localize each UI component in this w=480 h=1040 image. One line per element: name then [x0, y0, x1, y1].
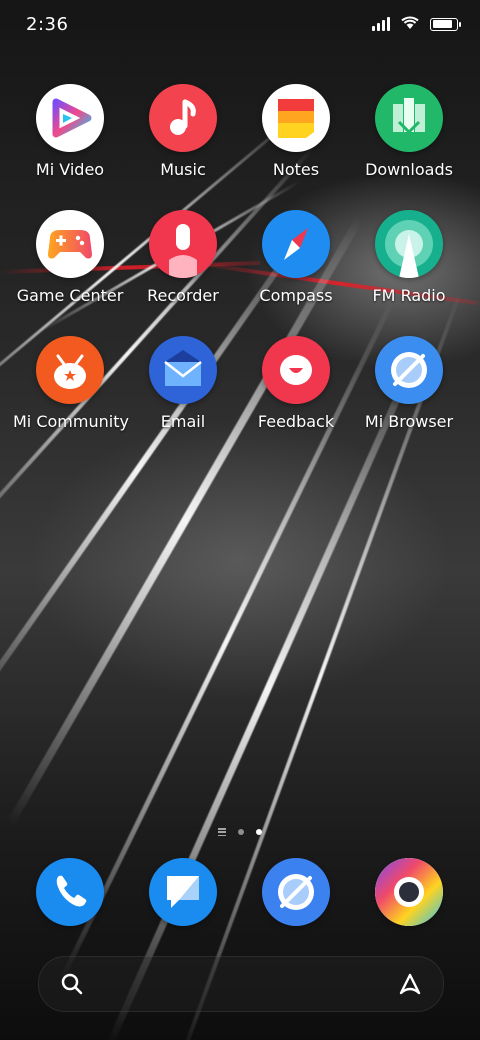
compass-icon [262, 210, 330, 278]
feedback-icon [262, 336, 330, 404]
notes-icon [262, 84, 330, 152]
chrome-icon [375, 858, 443, 926]
dock-messages[interactable] [149, 858, 217, 926]
status-time: 2:36 [26, 14, 69, 35]
app-label: Email [160, 412, 206, 431]
recorder-icon [149, 210, 217, 278]
app-label: Feedback [257, 412, 335, 431]
app-recorder[interactable]: Recorder [126, 210, 240, 320]
battery-icon [430, 17, 461, 31]
app-feedback[interactable]: Feedback [239, 336, 353, 446]
wifi-icon [400, 14, 420, 34]
browser-icon [278, 874, 314, 910]
app-game-center[interactable]: Game Center [13, 210, 127, 320]
cellular-signal-icon [372, 17, 390, 31]
fm-radio-icon [375, 210, 443, 278]
search-icon[interactable] [59, 971, 85, 997]
app-label: Game Center [16, 286, 124, 305]
page-dot-1[interactable] [238, 829, 244, 835]
mi-video-icon [36, 84, 104, 152]
app-music[interactable]: Music [126, 84, 240, 194]
music-icon [149, 84, 217, 152]
app-mi-browser[interactable]: Mi Browser [352, 336, 466, 446]
status-bar: 2:36 [0, 0, 480, 50]
app-mi-community[interactable]: Mi Community [13, 336, 129, 446]
app-fm-radio[interactable]: FM Radio [352, 210, 466, 320]
app-vault-icon[interactable] [395, 969, 425, 999]
app-compass[interactable]: Compass [239, 210, 353, 320]
page-indicator [0, 828, 480, 836]
app-label: Mi Community [13, 412, 129, 431]
menu-lines-icon [218, 828, 226, 836]
app-label: Mi Video [35, 160, 105, 179]
app-label: FM Radio [372, 286, 446, 305]
app-label: Music [160, 160, 206, 179]
game-center-icon [36, 210, 104, 278]
app-label: Compass [259, 286, 333, 305]
dock-browser[interactable] [262, 858, 330, 926]
app-label: Recorder [147, 286, 219, 305]
dock-phone[interactable] [36, 858, 104, 926]
downloads-icon [375, 84, 443, 152]
app-label: Downloads [365, 160, 453, 179]
messages-icon [167, 876, 199, 908]
page-dot-2[interactable] [256, 829, 262, 835]
phone-icon [56, 875, 87, 907]
app-mi-video[interactable]: Mi Video [13, 84, 127, 194]
email-icon [149, 336, 217, 404]
app-label: Mi Browser [364, 412, 454, 431]
app-label: Notes [272, 160, 320, 179]
app-notes[interactable]: Notes [239, 84, 353, 194]
app-email[interactable]: Email [126, 336, 240, 446]
home-search-bar[interactable] [38, 956, 444, 1012]
mi-browser-icon [375, 336, 443, 404]
mi-community-icon [36, 336, 104, 404]
app-downloads[interactable]: Downloads [352, 84, 466, 194]
dock-chrome[interactable] [375, 858, 443, 926]
